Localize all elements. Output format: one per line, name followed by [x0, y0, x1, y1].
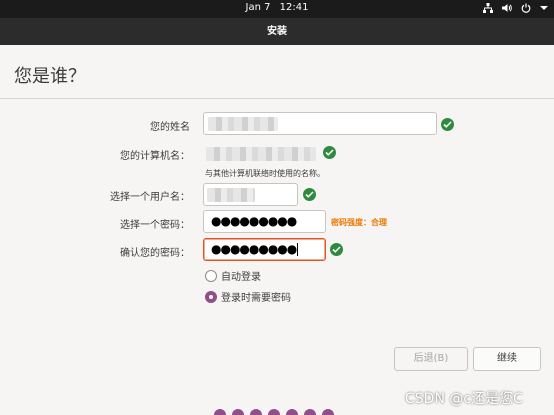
username-field[interactable] — [203, 183, 298, 206]
computer-name-field[interactable] — [203, 142, 320, 165]
top-bar: Jan 7 12:41 — [0, 0, 554, 18]
auto-login-label: 自动登录 — [221, 272, 261, 283]
password-field[interactable]: ●●●●●●●●● — [203, 210, 326, 233]
username-check-icon — [303, 188, 316, 201]
volume-icon[interactable] — [502, 3, 512, 13]
auto-login-option[interactable]: 自动登录 — [205, 268, 261, 283]
name-field-redacted — [208, 117, 278, 131]
progress-dot — [232, 409, 244, 415]
progress-dot — [322, 409, 334, 415]
continue-button[interactable]: 继续 — [473, 347, 541, 371]
computer-name-label: 您的计算机名： — [120, 151, 190, 162]
password-label: 选择一个密码： — [120, 220, 190, 231]
window-title: 安装 — [0, 18, 554, 45]
name-label: 您的姓名 — [150, 122, 190, 133]
network-icon[interactable] — [483, 3, 493, 13]
require-password-radio[interactable] — [205, 290, 217, 303]
auto-login-radio[interactable] — [205, 269, 217, 282]
chevron-down-icon[interactable] — [540, 5, 548, 11]
computer-name-check-icon — [323, 146, 336, 159]
page-title: 您是谁？ — [14, 66, 86, 87]
username-redacted — [207, 188, 255, 202]
clock[interactable]: Jan 7 12:41 — [0, 2, 554, 13]
password-value: ●●●●●●●●● — [211, 214, 297, 228]
confirm-password-label: 确认您的密码： — [120, 248, 190, 259]
watermark: CSDN @c还是您C — [405, 391, 523, 407]
progress-dot — [286, 409, 298, 415]
clock-date: Jan 7 — [245, 2, 271, 13]
progress-dot — [214, 409, 226, 415]
require-password-option[interactable]: 登录时需要密码 — [205, 289, 291, 304]
progress-dot — [304, 409, 316, 415]
require-password-label: 登录时需要密码 — [221, 293, 291, 304]
progress-dot — [250, 409, 262, 415]
username-label: 选择一个用户名： — [110, 192, 190, 203]
divider — [0, 98, 554, 99]
clock-time: 12:41 — [279, 2, 309, 13]
computer-name-redacted — [206, 147, 316, 161]
password-strength: 密码强度：合理 — [331, 218, 387, 227]
confirm-password-check-icon — [330, 243, 343, 256]
name-field[interactable] — [203, 112, 437, 135]
name-check-icon — [441, 118, 454, 131]
confirm-password-value: ●●●●●●●●● — [211, 242, 299, 256]
power-icon[interactable] — [521, 3, 531, 13]
progress-dot — [268, 409, 280, 415]
confirm-password-field[interactable]: ●●●●●●●●● — [203, 238, 326, 261]
computer-name-hint: 与其他计算机联络时使用的名称。 — [205, 169, 325, 178]
system-tray[interactable] — [483, 3, 548, 13]
back-button[interactable]: 后退(B) — [394, 347, 468, 371]
progress-dots — [214, 409, 334, 415]
